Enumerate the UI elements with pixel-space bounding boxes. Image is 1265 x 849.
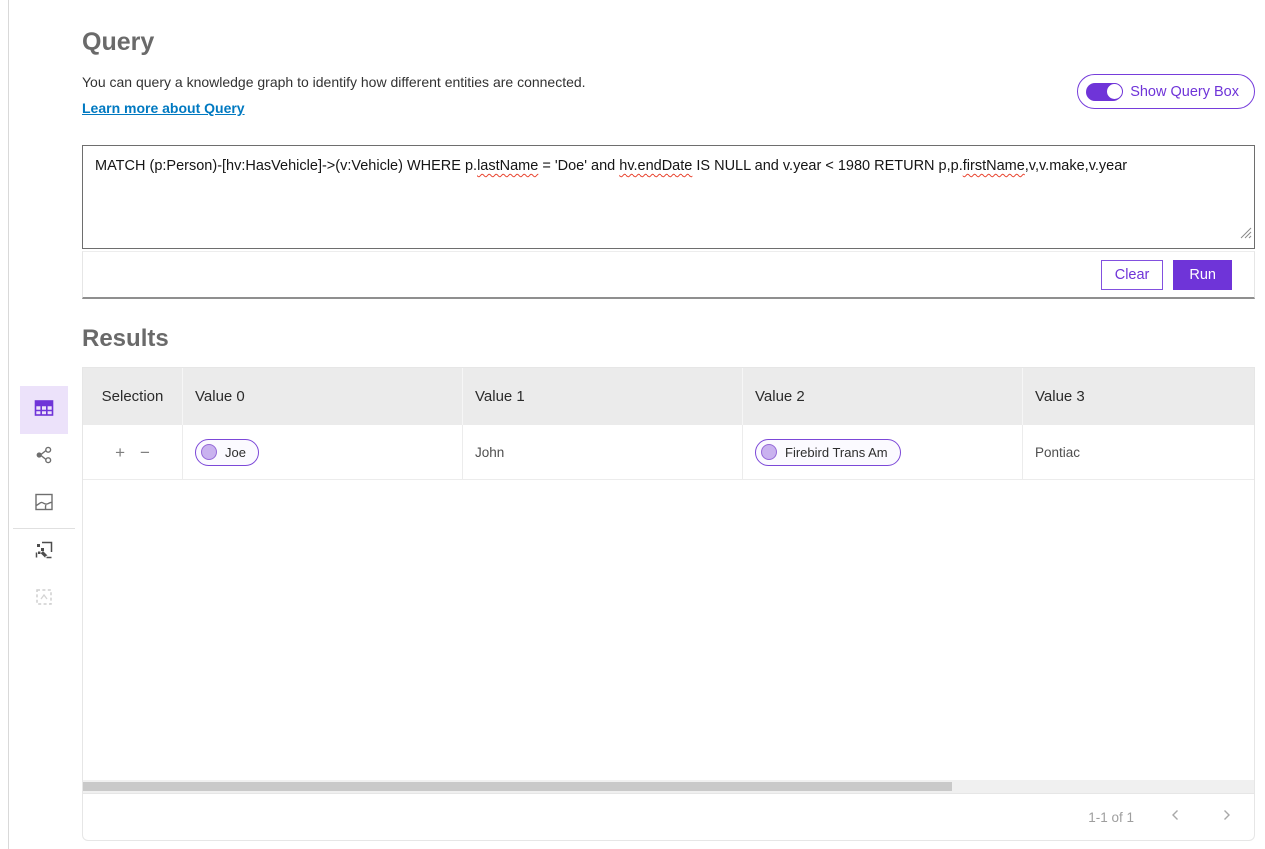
entity-chip[interactable]: Joe bbox=[195, 439, 259, 466]
query-segment: hv.endDate bbox=[619, 158, 692, 174]
toggle-knob bbox=[1106, 83, 1123, 100]
next-page-button[interactable] bbox=[1218, 807, 1234, 828]
add-to-link-chart-icon bbox=[32, 538, 56, 567]
remove-from-selection-button[interactable]: − bbox=[140, 444, 150, 461]
query-editor-footer: Clear Run bbox=[82, 251, 1255, 299]
column-header: Value 1 bbox=[462, 368, 742, 425]
sidebar-item-selection-tools bbox=[20, 587, 68, 611]
table-icon bbox=[32, 396, 56, 425]
previous-page-button[interactable] bbox=[1168, 807, 1184, 828]
resize-handle-icon[interactable] bbox=[1240, 225, 1252, 246]
clear-button[interactable]: Clear bbox=[1101, 260, 1164, 290]
map-icon bbox=[32, 490, 56, 519]
query-segment: MATCH (p:Person)-[hv:HasVehicle]->(v:Veh… bbox=[95, 158, 477, 174]
table-body: +− Joe John Firebird Trans Am Pontiac bbox=[83, 425, 1254, 480]
table-cell: John bbox=[462, 425, 742, 479]
query-text: MATCH (p:Person)-[hv:HasVehicle]->(v:Veh… bbox=[95, 158, 1127, 174]
toggle-switch-icon[interactable] bbox=[1086, 83, 1122, 101]
query-segment: ,v,v.make,v.year bbox=[1025, 158, 1127, 174]
table-cell: Pontiac bbox=[1022, 425, 1254, 479]
query-segment: firstName bbox=[963, 158, 1025, 174]
sidebar-item-table-view[interactable] bbox=[20, 386, 68, 434]
link-chart-icon bbox=[32, 443, 56, 472]
table-empty-area bbox=[83, 480, 1254, 780]
show-query-box-toggle[interactable]: Show Query Box bbox=[1077, 74, 1255, 109]
sidebar-item-add-to-link-chart[interactable] bbox=[20, 540, 68, 564]
sidebar-item-link-chart-view[interactable] bbox=[20, 445, 68, 469]
table-header-row: SelectionValue 0Value 1Value 2Value 3 bbox=[83, 368, 1254, 425]
query-segment: IS NULL and v.year < 1980 RETURN p,p. bbox=[692, 158, 962, 174]
add-to-selection-button[interactable]: + bbox=[115, 444, 125, 461]
results-view-sidebar bbox=[9, 386, 79, 611]
selection-icon bbox=[32, 585, 56, 614]
entity-dot-icon bbox=[201, 444, 217, 460]
table-row: +− Joe John Firebird Trans Am Pontiac bbox=[83, 425, 1254, 480]
entity-chip-label: Firebird Trans Am bbox=[785, 445, 888, 460]
table-cell: Joe bbox=[182, 425, 462, 479]
entity-chip[interactable]: Firebird Trans Am bbox=[755, 439, 901, 466]
column-header: Value 0 bbox=[182, 368, 462, 425]
sidebar-section-divider bbox=[13, 528, 75, 529]
scrollbar-thumb[interactable] bbox=[83, 782, 952, 791]
pagination-bar: 1-1 of 1 bbox=[83, 793, 1254, 840]
selection-cell: +− bbox=[83, 425, 182, 479]
query-segment: lastName bbox=[477, 158, 538, 174]
chevron-right-icon bbox=[1218, 807, 1234, 828]
query-page: Query You can query a knowledge graph to… bbox=[82, 0, 1255, 841]
column-header: Value 3 bbox=[1022, 368, 1254, 425]
entity-chip-label: Joe bbox=[225, 445, 246, 460]
table-cell: Firebird Trans Am bbox=[742, 425, 1022, 479]
page-title: Query bbox=[82, 28, 1255, 57]
horizontal-scrollbar[interactable] bbox=[83, 780, 1254, 793]
results-title: Results bbox=[82, 325, 1255, 353]
run-button[interactable]: Run bbox=[1173, 260, 1232, 290]
chevron-left-icon bbox=[1168, 807, 1184, 828]
query-editor[interactable]: MATCH (p:Person)-[hv:HasVehicle]->(v:Veh… bbox=[82, 145, 1255, 249]
query-segment: = 'Doe' and bbox=[538, 158, 619, 174]
sidebar-item-map-view[interactable] bbox=[20, 492, 68, 516]
column-header: Value 2 bbox=[742, 368, 1022, 425]
column-header: Selection bbox=[83, 368, 182, 425]
learn-more-link[interactable]: Learn more about Query bbox=[82, 100, 245, 116]
pagination-range: 1-1 of 1 bbox=[1088, 810, 1134, 825]
results-table: SelectionValue 0Value 1Value 2Value 3 +−… bbox=[82, 367, 1255, 841]
toggle-label: Show Query Box bbox=[1130, 84, 1239, 100]
entity-dot-icon bbox=[761, 444, 777, 460]
